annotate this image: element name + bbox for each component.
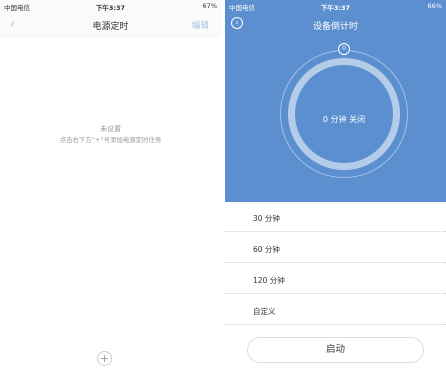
status-bar: 中国电信 下午3:37 66% [225, 0, 446, 12]
battery-label: 66% [427, 2, 442, 10]
option-30-min[interactable]: 30 分钟 [225, 203, 446, 232]
option-label: 60 分钟 [253, 245, 280, 254]
option-label: 自定义 [253, 307, 276, 316]
edit-button[interactable]: 编辑 [192, 19, 209, 31]
empty-state-description: 点击右下方“+”号添加电源定时任务 [59, 136, 162, 144]
start-button[interactable]: 启动 [247, 337, 424, 363]
page-title: 电源定时 [92, 22, 129, 32]
status-time: 下午3:37 [95, 4, 126, 12]
empty-state-title: 未设置 [100, 125, 121, 133]
countdown-screen: 中国电信 下午3:37 66% ‹ 设备倒计时 0 0 分钟 关闭 30 分钟 … [225, 0, 446, 378]
power-timer-screen: 中国电信 下午3:37 67% ‹ 电源定时 编辑 未设置 点击右下方“+”号添… [0, 0, 221, 378]
option-120-min[interactable]: 120 分钟 [225, 265, 446, 294]
nav-bar: ‹ 设备倒计时 [225, 12, 446, 38]
add-timer-button[interactable]: + [97, 351, 112, 366]
option-60-min[interactable]: 60 分钟 [225, 234, 446, 263]
option-custom[interactable]: 自定义 [225, 296, 446, 325]
option-label: 120 分钟 [253, 276, 285, 285]
battery-label: 67% [202, 2, 217, 10]
option-label: 30 分钟 [253, 214, 280, 223]
status-time: 下午3:37 [320, 4, 351, 12]
status-bar: 中国电信 下午3:37 67% [0, 0, 221, 12]
timer-knob[interactable]: 0 [338, 43, 350, 55]
page-title: 设备倒计时 [312, 22, 358, 32]
nav-bar: ‹ 电源定时 编辑 [0, 12, 221, 38]
timer-display: 0 分钟 关闭 [322, 115, 366, 124]
